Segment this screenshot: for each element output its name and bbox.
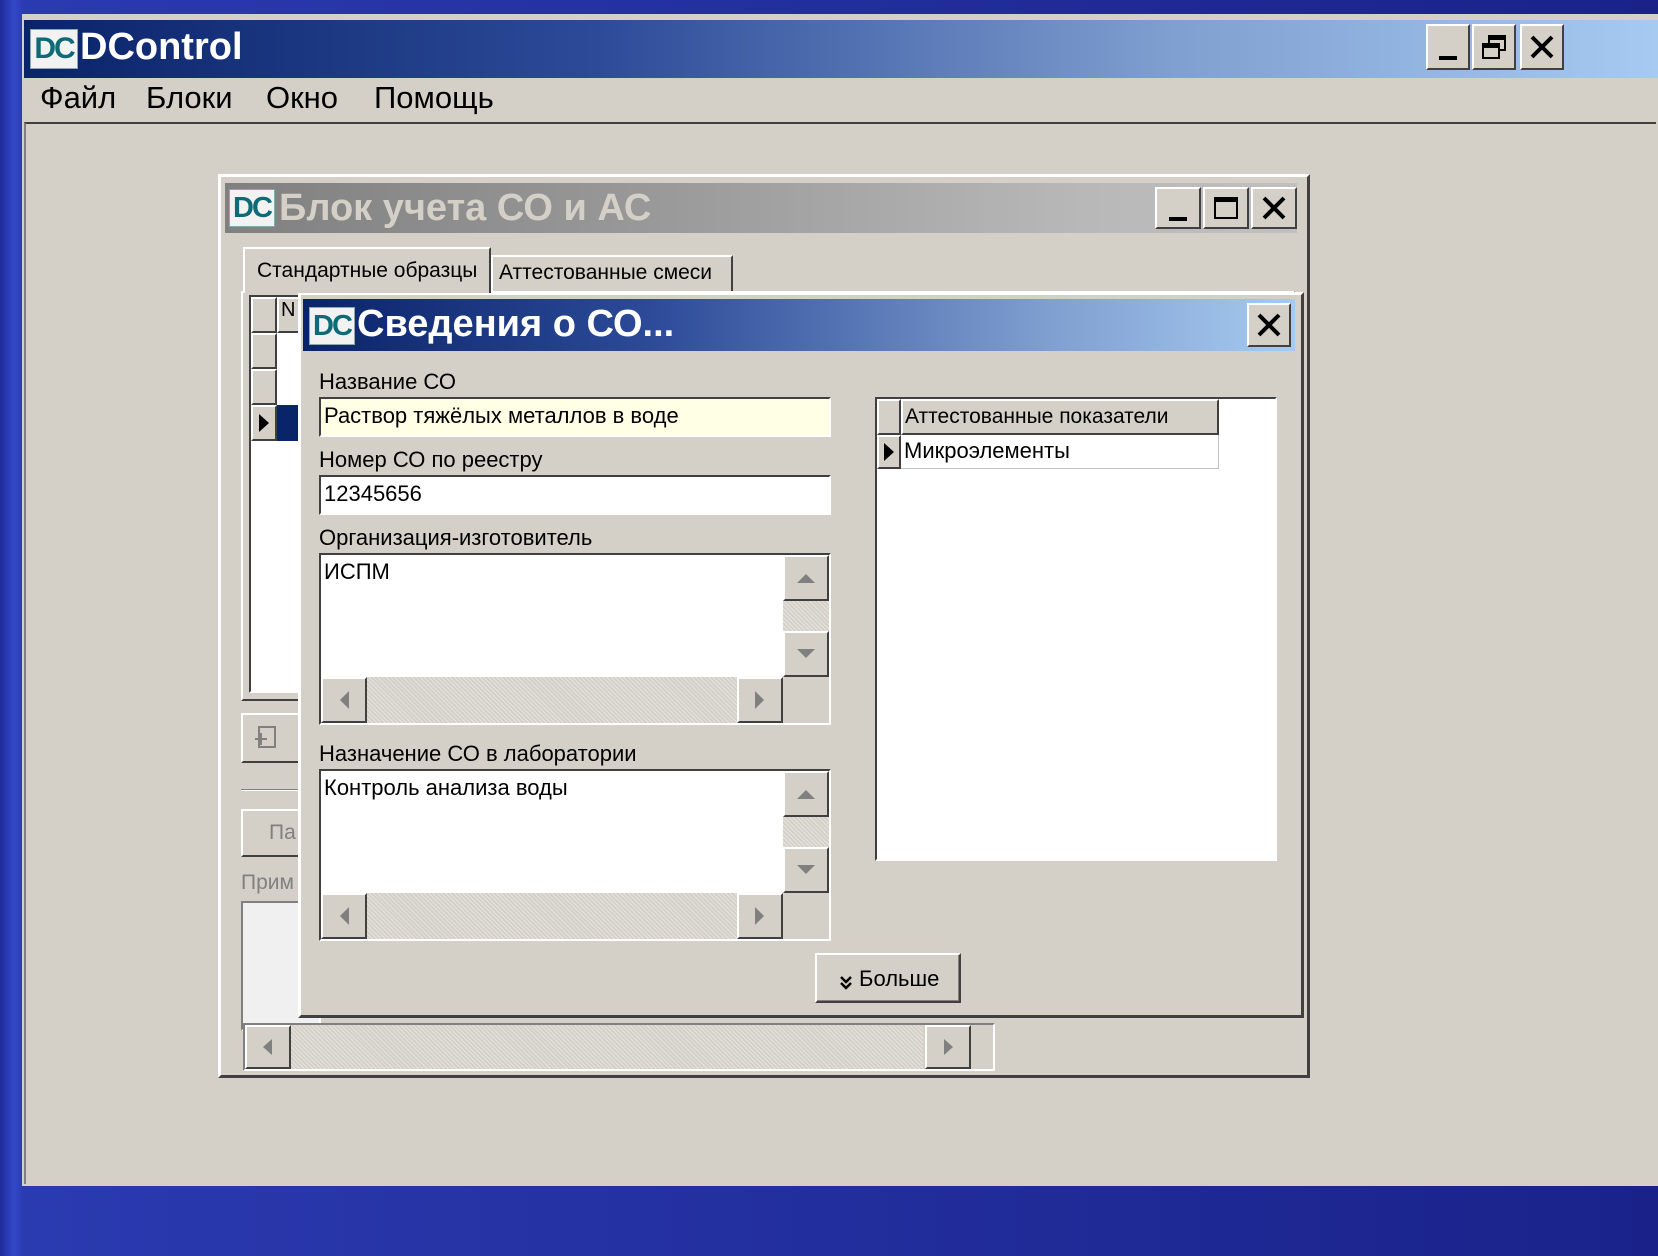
indicators-header-label: Аттестованные показатели: [905, 405, 1169, 428]
manufacturer-scroll-up[interactable]: [783, 555, 829, 601]
arrow-right-icon: [944, 1039, 953, 1055]
notes-label: Прим: [241, 871, 294, 894]
menu-blocks[interactable]: Блоки: [146, 80, 233, 116]
restore-button[interactable]: [1472, 24, 1516, 70]
menu-file[interactable]: Файл: [40, 80, 116, 116]
manufacturer-scroll-down[interactable]: [783, 631, 829, 677]
app-title: DControl: [80, 26, 243, 68]
indicator-row-marker: [877, 435, 901, 469]
manufacturer-value: ИСПМ: [324, 559, 390, 584]
minimize-icon: [1439, 56, 1457, 60]
partial-button-label: Па: [269, 821, 296, 844]
block-close-button[interactable]: [1251, 187, 1297, 229]
grid-row-indicator: [251, 333, 277, 369]
menu-bar: Файл Блоки Окно Помощь: [22, 78, 1658, 122]
manufacturer-memo[interactable]: ИСПМ: [319, 553, 831, 725]
manufacturer-scroll-right[interactable]: [737, 677, 783, 723]
grid-row-indicator-selected: [251, 405, 277, 441]
scroll-corner: [971, 1025, 993, 1069]
manufacturer-label: Организация-изготовитель: [319, 525, 593, 550]
purpose-label: Назначение СО в лаборатории: [319, 741, 637, 766]
purpose-value: Контроль анализа воды: [324, 775, 568, 800]
purpose-hscroll-track[interactable]: [321, 893, 783, 939]
maximize-icon: [1214, 197, 1238, 219]
restore-icon: [1482, 35, 1506, 59]
grid-row-indicator: [251, 369, 277, 405]
registry-label: Номер СО по реестру: [319, 447, 543, 472]
scroll-right-button[interactable]: [925, 1025, 971, 1069]
indicators-column-header[interactable]: Аттестованные показатели: [901, 399, 1219, 435]
dialog-close-button[interactable]: [1247, 303, 1291, 347]
registry-field[interactable]: 12345656: [319, 475, 831, 515]
tab-standard-samples[interactable]: Стандартные образцы: [243, 247, 491, 293]
scroll-track[interactable]: [291, 1025, 923, 1069]
minimize-button[interactable]: [1426, 24, 1470, 70]
arrow-left-icon: [340, 691, 349, 709]
sample-info-dialog: DC Сведения о СО... Название СО Раствор …: [298, 292, 1304, 1018]
close-icon: [1257, 313, 1281, 337]
add-record-button[interactable]: [241, 713, 301, 763]
close-icon: [1530, 35, 1554, 59]
arrow-down-icon: [797, 649, 815, 658]
indicators-corner-cell: [877, 399, 901, 435]
arrow-left-icon: [340, 907, 349, 925]
dialog-title-bar[interactable]: DC Сведения о СО...: [303, 299, 1295, 351]
row-pointer-icon: [259, 414, 269, 432]
arrow-up-icon: [797, 574, 815, 583]
indicator-row[interactable]: Микроэлементы: [901, 435, 1219, 469]
purpose-memo[interactable]: Контроль анализа воды: [319, 769, 831, 941]
block-title-bar[interactable]: DC Блок учета СО и АС: [225, 183, 1297, 233]
block-minimize-button[interactable]: [1155, 187, 1201, 229]
tab-certified-mixtures[interactable]: Аттестованные смеси: [491, 255, 733, 291]
add-record-icon: [255, 726, 276, 748]
name-field[interactable]: Раствор тяжёлых металлов в воде: [319, 397, 831, 437]
close-button[interactable]: [1520, 24, 1564, 70]
scroll-left-button[interactable]: [245, 1025, 291, 1069]
grid-column-header-label: N: [281, 299, 296, 321]
more-button[interactable]: Больше: [815, 953, 961, 1003]
tab-standard-samples-label: Стандартные образцы: [257, 259, 478, 282]
row-pointer-icon: [884, 443, 894, 461]
dialog-logo-icon: DC: [309, 307, 355, 345]
indicators-grid[interactable]: Аттестованные показатели Микроэлементы: [875, 397, 1277, 861]
arrow-right-icon: [755, 691, 764, 709]
block-logo-icon: DC: [229, 189, 275, 227]
manufacturer-hscroll-track[interactable]: [321, 677, 783, 723]
more-button-label: Больше: [859, 966, 940, 991]
double-chevron-down-icon: [840, 976, 852, 990]
block-maximize-button[interactable]: [1203, 187, 1249, 229]
arrow-left-icon: [263, 1039, 272, 1055]
arrow-up-icon: [797, 790, 815, 799]
indicator-cell: Микроэлементы: [904, 438, 1070, 463]
arrow-down-icon: [797, 865, 815, 874]
tab-certified-mixtures-label: Аттестованные смеси: [499, 261, 713, 284]
menu-window[interactable]: Окно: [266, 80, 338, 116]
purpose-scroll-down[interactable]: [783, 847, 829, 893]
purpose-scroll-left[interactable]: [321, 893, 367, 939]
block-title: Блок учета СО и АС: [279, 187, 652, 229]
scroll-corner: [783, 893, 829, 939]
manufacturer-scroll-left[interactable]: [321, 677, 367, 723]
minimize-icon: [1169, 217, 1187, 221]
name-label: Название СО: [319, 369, 456, 394]
purpose-scroll-up[interactable]: [783, 771, 829, 817]
arrow-right-icon: [755, 907, 764, 925]
close-icon: [1262, 196, 1286, 220]
dialog-title: Сведения о СО...: [357, 303, 675, 345]
app-logo-icon: DC: [30, 29, 78, 69]
menu-help[interactable]: Помощь: [374, 80, 494, 116]
scroll-corner: [783, 677, 829, 723]
main-title-bar[interactable]: DC DControl: [24, 20, 1658, 78]
grid-corner-cell: [251, 297, 277, 333]
purpose-scroll-right[interactable]: [737, 893, 783, 939]
horizontal-scrollbar[interactable]: [243, 1023, 995, 1071]
